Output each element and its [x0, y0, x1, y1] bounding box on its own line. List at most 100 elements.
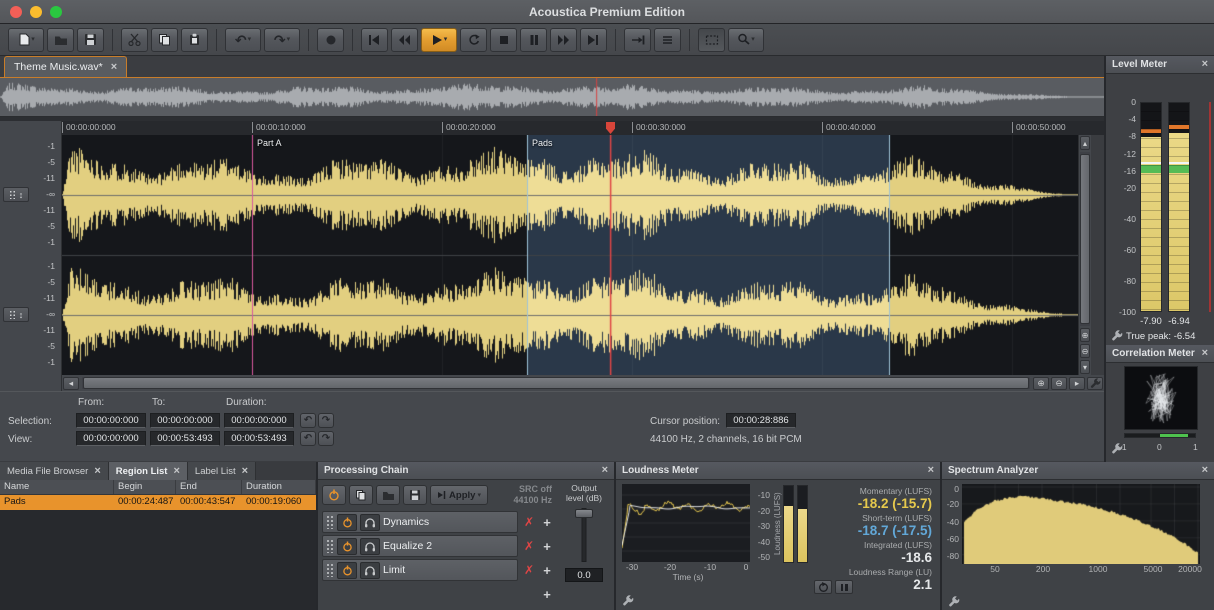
pause-button[interactable] — [520, 28, 547, 52]
effect-power-button[interactable] — [337, 514, 357, 531]
add-effect-icon[interactable]: + — [540, 587, 554, 602]
close-tab-icon[interactable]: × — [94, 466, 100, 477]
remove-effect-icon[interactable]: ✗ — [522, 539, 536, 553]
copy-button[interactable] — [151, 28, 178, 52]
save-button[interactable] — [77, 28, 104, 52]
open-file-button[interactable] — [47, 28, 74, 52]
document-tab[interactable]: Theme Music.wav* × — [4, 56, 127, 77]
vertical-zoom-in-button[interactable]: ⊕ — [1080, 328, 1090, 342]
view-undo-button[interactable]: ↶ — [300, 431, 316, 446]
channel-2-controls-button[interactable]: ↕ — [3, 307, 29, 322]
scrollbar-settings-button[interactable] — [1087, 377, 1103, 390]
remove-effect-icon[interactable]: ✗ — [522, 563, 536, 577]
drag-handle-icon[interactable] — [326, 563, 334, 577]
wrench-icon[interactable] — [622, 595, 634, 607]
loop-playback-button[interactable] — [460, 28, 487, 52]
column-begin[interactable]: Begin — [114, 480, 176, 494]
effect-power-button[interactable] — [337, 538, 357, 555]
chain-item-equalize[interactable]: Equalize 2 — [322, 535, 518, 557]
selection-undo-button[interactable]: ↶ — [300, 413, 316, 428]
loudness-reset-button[interactable] — [814, 580, 832, 594]
fast-forward-button[interactable] — [550, 28, 577, 52]
add-effect-icon[interactable]: + — [540, 515, 554, 530]
horizontal-scroll-thumb[interactable] — [83, 377, 1029, 389]
add-effect-icon[interactable]: + — [540, 563, 554, 578]
maximize-window-button[interactable] — [50, 6, 62, 18]
vertical-scroll-thumb[interactable] — [1080, 154, 1090, 324]
vertical-scrollbar[interactable]: ▴ ⊕ ⊖ ▾ — [1078, 135, 1091, 375]
redo-button[interactable]: ↷▾ — [264, 28, 300, 52]
overview-waveform[interactable] — [0, 78, 1104, 117]
view-from-field[interactable]: 00:00:00:000 — [76, 431, 146, 446]
chain-item-limit[interactable]: Limit — [322, 559, 518, 581]
scroll-down-button[interactable]: ▾ — [1080, 360, 1090, 374]
column-end[interactable]: End — [176, 480, 242, 494]
horizontal-scroll-track[interactable] — [82, 377, 1030, 389]
tab-media-file-browser[interactable]: Media File Browser× — [0, 462, 109, 480]
selection-duration-field[interactable]: 00:00:00:000 — [224, 413, 294, 428]
new-file-button[interactable]: ▾ — [8, 28, 44, 52]
add-effect-icon[interactable]: + — [540, 539, 554, 554]
waveform-canvas[interactable] — [62, 135, 1078, 375]
slider-thumb[interactable] — [575, 509, 593, 518]
close-tab-icon[interactable]: × — [173, 466, 179, 477]
stop-button[interactable] — [490, 28, 517, 52]
playhead-marker[interactable] — [606, 122, 615, 134]
chain-copy-button[interactable] — [349, 485, 373, 505]
close-window-button[interactable] — [10, 6, 22, 18]
close-panel-icon[interactable]: × — [1202, 348, 1208, 359]
output-level-value[interactable]: 0.0 — [565, 568, 603, 582]
region-table-empty[interactable] — [0, 510, 316, 610]
waveform-view[interactable]: Part A Pads — [62, 135, 1078, 375]
selection-to-field[interactable]: 00:00:00:000 — [150, 413, 220, 428]
vertical-zoom-out-button[interactable]: ⊖ — [1080, 344, 1090, 358]
effect-monitor-button[interactable] — [360, 538, 380, 555]
zoom-out-button[interactable]: ⊖ — [1051, 377, 1067, 390]
column-name[interactable]: Name — [0, 480, 114, 494]
zoom-in-button[interactable]: ⊕ — [1033, 377, 1049, 390]
scroll-left-button[interactable]: ◂ — [63, 377, 79, 390]
cursor-position-field[interactable]: 00:00:28:886 — [726, 413, 796, 428]
wrench-icon[interactable] — [1111, 443, 1123, 455]
chain-save-button[interactable] — [403, 485, 427, 505]
effect-monitor-button[interactable] — [360, 514, 380, 531]
edit-list-tool-button[interactable] — [654, 28, 681, 52]
effect-power-button[interactable] — [337, 562, 357, 579]
play-button[interactable]: ▾ — [421, 28, 457, 52]
wrench-icon[interactable] — [948, 596, 960, 608]
selection-from-field[interactable]: 00:00:00:000 — [76, 413, 146, 428]
selection-redo-button[interactable]: ↷ — [318, 413, 334, 428]
undo-button[interactable]: ↶▾ — [225, 28, 261, 52]
close-panel-icon[interactable]: × — [1202, 59, 1208, 70]
drag-handle-icon[interactable] — [326, 539, 334, 553]
chain-item-dynamics[interactable]: Dynamics — [322, 511, 518, 533]
view-redo-button[interactable]: ↷ — [318, 431, 334, 446]
go-to-start-button[interactable] — [361, 28, 388, 52]
close-panel-icon[interactable]: × — [1202, 465, 1208, 476]
cut-button[interactable] — [121, 28, 148, 52]
scroll-up-button[interactable]: ▴ — [1080, 136, 1090, 150]
record-button[interactable] — [317, 28, 344, 52]
zoom-tool-button[interactable]: ▾ — [728, 28, 764, 52]
paste-button[interactable] — [181, 28, 208, 52]
close-panel-icon[interactable]: × — [928, 465, 934, 476]
channel-1-controls-button[interactable]: ↕ — [3, 187, 29, 202]
wrench-icon[interactable] — [1111, 330, 1123, 342]
view-duration-field[interactable]: 00:00:53:493 — [224, 431, 294, 446]
effect-monitor-button[interactable] — [360, 562, 380, 579]
scrub-tool-button[interactable] — [624, 28, 651, 52]
rewind-button[interactable] — [391, 28, 418, 52]
vertical-scroll-track[interactable] — [1080, 152, 1090, 326]
tab-region-list[interactable]: Region List× — [109, 462, 188, 480]
output-level-slider[interactable] — [558, 506, 610, 564]
scroll-right-button[interactable]: ▸ — [1069, 377, 1085, 390]
region-table-header[interactable]: Name Begin End Duration — [0, 480, 316, 495]
close-tab-icon[interactable]: × — [111, 62, 117, 73]
drag-handle-icon[interactable] — [326, 515, 334, 529]
go-to-end-button[interactable] — [580, 28, 607, 52]
close-panel-icon[interactable]: × — [602, 465, 608, 476]
chain-power-button[interactable] — [322, 485, 346, 505]
view-to-field[interactable]: 00:00:53:493 — [150, 431, 220, 446]
column-duration[interactable]: Duration — [242, 480, 316, 494]
selection-tool-button[interactable] — [698, 28, 725, 52]
